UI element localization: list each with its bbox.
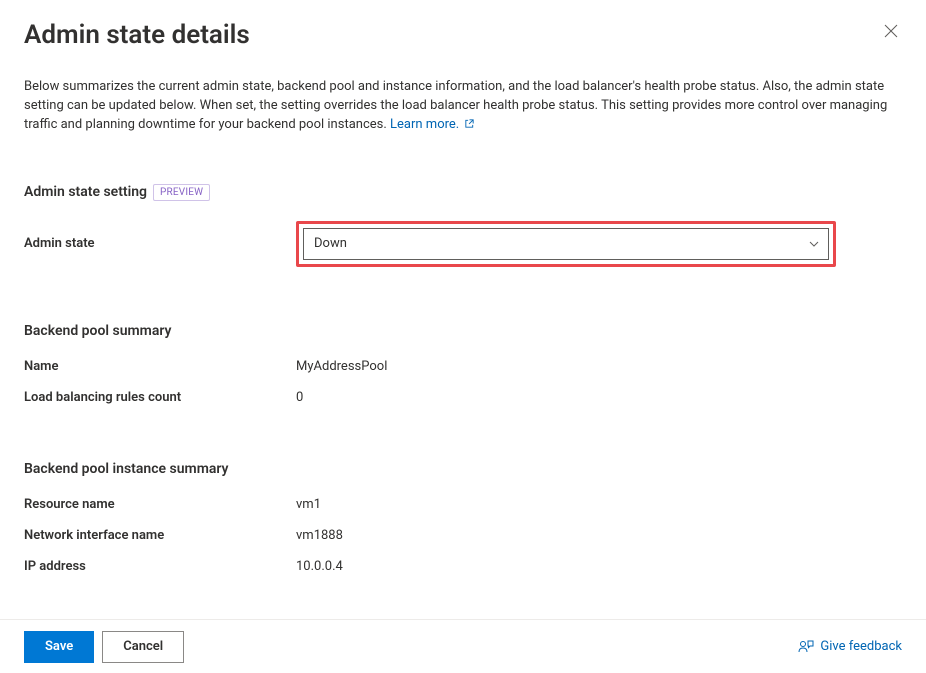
admin-state-label: Admin state	[24, 236, 296, 251]
close-icon	[884, 24, 898, 38]
give-feedback-link[interactable]: Give feedback	[798, 639, 902, 655]
backend-pool-name-label: Name	[24, 359, 296, 374]
chevron-down-icon	[808, 238, 820, 250]
admin-state-heading-text: Admin state setting	[24, 184, 147, 200]
lb-rules-count-label: Load balancing rules count	[24, 390, 296, 405]
admin-state-setting-heading: Admin state setting PREVIEW	[24, 184, 902, 201]
learn-more-link[interactable]: Learn more.	[390, 117, 475, 132]
resource-name-value: vm1	[296, 497, 321, 512]
nic-name-value: vm1888	[296, 528, 343, 543]
resource-name-label: Resource name	[24, 497, 296, 512]
nic-name-label: Network interface name	[24, 528, 296, 543]
save-button[interactable]: Save	[24, 631, 94, 663]
backend-pool-instance-heading: Backend pool instance summary	[24, 461, 902, 477]
admin-state-dropdown-value: Down	[314, 236, 347, 251]
backend-pool-summary-heading: Backend pool summary	[24, 323, 902, 339]
external-link-icon	[464, 117, 475, 136]
close-button[interactable]	[880, 20, 902, 44]
feedback-icon	[798, 639, 814, 655]
page-title: Admin state details	[24, 20, 250, 50]
admin-state-dropdown[interactable]: Down	[303, 228, 829, 260]
admin-state-dropdown-highlight: Down	[296, 221, 836, 267]
preview-badge: PREVIEW	[153, 184, 210, 201]
description-text: Below summarizes the current admin state…	[24, 78, 902, 136]
give-feedback-label: Give feedback	[820, 639, 902, 654]
ip-address-label: IP address	[24, 559, 296, 574]
learn-more-label: Learn more.	[390, 117, 459, 132]
ip-address-value: 10.0.0.4	[296, 559, 343, 574]
lb-rules-count-value: 0	[296, 390, 303, 405]
cancel-button[interactable]: Cancel	[102, 631, 184, 663]
footer-bar: Save Cancel Give feedback	[0, 619, 926, 673]
backend-pool-name-value: MyAddressPool	[296, 359, 387, 374]
